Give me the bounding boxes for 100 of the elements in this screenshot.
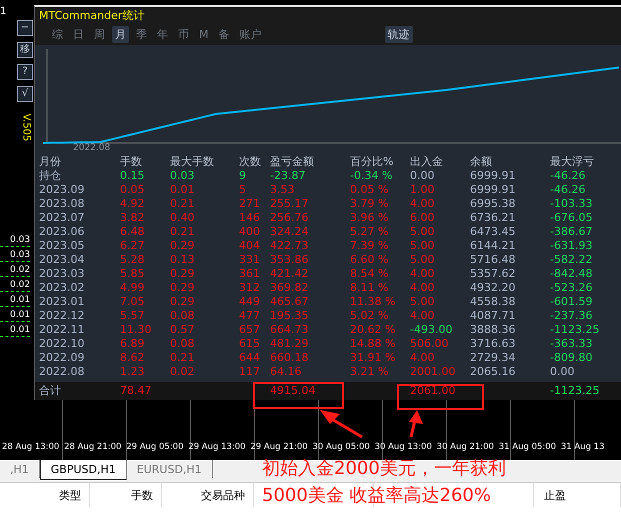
column-header: 次数	[239, 155, 262, 169]
table-cell-text: 0.01	[170, 183, 196, 197]
table-cell-text: 4.99	[120, 281, 146, 295]
table-cell-text: 2001.00	[410, 365, 456, 379]
period-tab[interactable]: M	[196, 27, 212, 42]
period-tab[interactable]: 综	[49, 26, 66, 44]
period-tab[interactable]: 账户	[236, 26, 264, 44]
table-cell-text: 5.00	[410, 225, 436, 239]
table-cell-text: 3.82	[120, 211, 146, 225]
time-axis-label: 30 Aug 21:00	[436, 442, 495, 452]
table-cell-text: -0.34 %	[350, 169, 394, 183]
lot-label: 0.01	[0, 325, 30, 337]
month-cell-text: 2023.02	[39, 281, 86, 295]
table-cell-text: -363.33	[550, 337, 594, 351]
period-tab[interactable]: 日	[70, 26, 87, 44]
table-cell-text: 0.00	[550, 365, 576, 379]
table-cell-text: 3888.36	[470, 323, 516, 337]
chart-date-label: 2022.08	[73, 143, 110, 154]
column-header[interactable]: 类型	[0, 483, 90, 507]
panel-title: MTCommander统计	[35, 7, 621, 24]
period-tab[interactable]: 备	[216, 26, 232, 44]
month-cell-text: 2023.04	[39, 253, 86, 267]
month-cell-text: 2023.07	[39, 211, 86, 225]
track-tab[interactable]: 轨迹	[384, 26, 412, 44]
table-cell-text: -809.80	[550, 351, 594, 365]
table-cell-text: 6.89	[120, 337, 146, 351]
table-cell-text: 657	[239, 323, 261, 337]
table-cell-text: 3716.63	[470, 337, 516, 351]
period-tab[interactable]: 币	[175, 26, 192, 44]
table-cell-text: 9	[239, 169, 247, 183]
table-cell-text: 117	[239, 365, 261, 379]
table-cell-text: -103.33	[550, 197, 594, 211]
table-cell-text: 422.73	[270, 239, 310, 253]
table-cell-text: 6.48	[120, 225, 146, 239]
time-axis-label: 31 Aug 13	[560, 442, 606, 452]
panel-tool-button[interactable]: −	[17, 20, 33, 36]
table-cell-text: 14.88 %	[350, 337, 396, 351]
month-cell-text: 合计	[39, 384, 62, 398]
table-cell-text: -631.93	[550, 239, 594, 253]
panel-tool-button[interactable]: ?	[17, 64, 33, 80]
table-cell-text: 6144.21	[470, 239, 516, 253]
table-cell-text: -46.26	[550, 169, 586, 183]
lot-label: 0.01	[0, 295, 30, 307]
version-label: V.505	[20, 114, 32, 142]
table-cell-text: 0.05	[120, 183, 146, 197]
period-tab[interactable]: 季	[133, 26, 150, 44]
panel-tool-button[interactable]: 移	[17, 42, 33, 58]
panel-tool-button[interactable]: √	[17, 86, 33, 102]
month-cell-text: 2023.09	[39, 183, 86, 197]
table-cell-text: 615	[239, 337, 261, 351]
table-cell-text: 0.05 %	[350, 183, 390, 197]
table-cell-text: -601.59	[550, 295, 594, 309]
column-header[interactable]: 止盈	[534, 483, 621, 507]
table-cell-text: 6473.45	[470, 225, 516, 239]
table-cell-text: 5.85	[120, 267, 146, 281]
table-cell-text: 4915.04	[270, 384, 316, 398]
column-header[interactable]: 手数	[90, 483, 162, 507]
table-cell-text: 0.29	[170, 239, 196, 253]
table-cell-text: 256.76	[270, 211, 310, 225]
table-cell-text: -46.26	[550, 183, 586, 197]
table-cell-text: 0.29	[170, 267, 196, 281]
column-header: 最大手数	[170, 155, 215, 169]
table-cell-text: -386.67	[550, 225, 594, 239]
table-cell-text: 0.29	[170, 295, 196, 309]
column-header: 最大浮亏	[550, 155, 595, 169]
table-cell-text: 1.00	[410, 183, 436, 197]
table-cell-text: 3.21 %	[350, 365, 390, 379]
table-cell-text: 404	[239, 239, 261, 253]
table-cell-text: 6.27	[120, 239, 146, 253]
table-cell-text: 6999.91	[470, 183, 516, 197]
table-cell-text: 78.47	[120, 384, 152, 398]
annotation-arrow	[409, 410, 423, 438]
period-tab[interactable]: 年	[154, 26, 171, 44]
table-cell-text: 7.05	[120, 295, 146, 309]
table-cell-text: 6.00	[410, 211, 436, 225]
table-cell-text: 3.79 %	[350, 197, 390, 211]
month-cell-text: 2022.09	[39, 351, 86, 365]
table-cell-text: 6999.91	[470, 169, 516, 183]
table-cell-text: 4.00	[410, 197, 436, 211]
table-cell-text: 506.00	[410, 337, 450, 351]
table-cell-text: 0.08	[170, 337, 196, 351]
column-header[interactable]: 交易品种	[162, 483, 254, 507]
time-axis-label: 29 Aug 05:00	[125, 442, 185, 452]
table-cell-text: 11.38 %	[350, 295, 396, 309]
period-tab[interactable]: 月	[112, 26, 129, 44]
column-header: 月份	[39, 155, 62, 169]
table-cell-text: 0.40	[170, 211, 196, 225]
month-cell-text: 2022.12	[39, 309, 86, 323]
column-header: 百分比%	[350, 155, 394, 169]
period-tab[interactable]: 周	[91, 26, 108, 44]
table-cell-text: 0.15	[120, 169, 146, 183]
table-cell-text: -237.36	[550, 309, 594, 323]
lot-label: 0.02	[0, 265, 30, 277]
table-cell-text: 0.57	[170, 323, 196, 337]
time-axis-label: 30 Aug 05:00	[311, 442, 371, 452]
time-axis-label: 29 Aug 21:00	[249, 442, 309, 452]
table-cell-text: 5.00	[410, 295, 436, 309]
table-cell-text: 4087.71	[470, 309, 516, 323]
chart-tab[interactable]: GBPUSD,H1	[40, 460, 127, 480]
table-cell-text: 2065.16	[470, 365, 516, 379]
